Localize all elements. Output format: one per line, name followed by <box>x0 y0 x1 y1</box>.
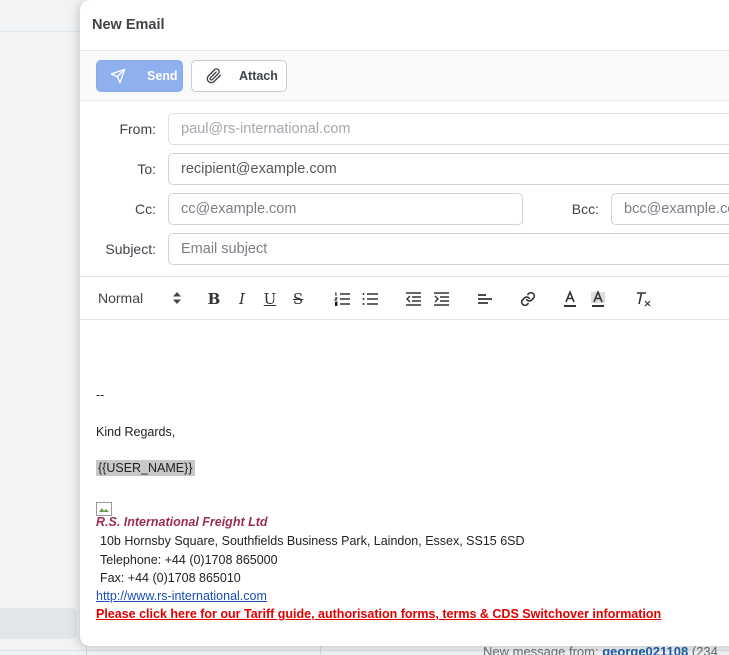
bold-button[interactable]: B <box>206 290 222 308</box>
background-sidebar-item[interactable] <box>0 608 77 639</box>
underline-icon: U <box>263 290 277 308</box>
indent-button[interactable] <box>433 290 449 308</box>
background-column-divider <box>320 645 321 655</box>
user-name-placeholder: {{USER_NAME}} <box>96 460 195 476</box>
company-fax: Fax: +44 (0)1708 865010 <box>100 571 241 585</box>
ordered-list-icon <box>334 292 350 306</box>
ordered-list-button[interactable] <box>334 290 350 308</box>
editor-toolbar: Normal B I U S <box>80 277 729 320</box>
tariff-guide-link[interactable]: Please click here for our Tariff guide, … <box>96 607 661 621</box>
new-email-modal: New Email Send Attach From: paul@rs-inte… <box>80 0 729 646</box>
indent-icon <box>434 292 449 306</box>
company-name: R.S. International Freight Ltd <box>96 515 268 529</box>
background-color-icon <box>591 291 605 307</box>
strike-button[interactable]: S <box>290 290 306 308</box>
outdent-icon <box>406 292 421 306</box>
paperclip-icon <box>206 68 221 84</box>
signature-regards: Kind Regards, <box>96 425 176 439</box>
send-icon <box>110 68 126 84</box>
cc-label: Cc: <box>135 201 156 217</box>
subject-label: Subject: <box>105 241 156 257</box>
background-divider <box>0 31 80 32</box>
format-select[interactable]: Normal <box>98 290 143 306</box>
cc-input[interactable]: cc@example.com <box>168 193 523 225</box>
background-column-divider <box>86 645 87 655</box>
text-color-button[interactable] <box>562 290 578 308</box>
attach-button[interactable]: Attach <box>191 60 287 92</box>
outdent-button[interactable] <box>405 290 421 308</box>
bcc-input[interactable]: bcc@example.com <box>611 193 729 225</box>
align-button[interactable] <box>477 290 493 308</box>
to-input[interactable]: recipient@example.com <box>168 153 729 185</box>
attach-label: Attach <box>239 69 278 83</box>
modal-header: New Email <box>80 0 729 51</box>
background-color-button[interactable] <box>590 290 606 308</box>
to-label: To: <box>137 161 156 177</box>
underline-button[interactable]: U <box>262 290 278 308</box>
email-body-editor[interactable]: -- Kind Regards, {{USER_NAME}} R.S. Inte… <box>80 320 729 645</box>
website-link[interactable]: http://www.rs-international.com <box>96 589 267 603</box>
text-color-icon <box>564 291 576 307</box>
send-label: Send <box>147 69 178 83</box>
broken-image-icon <box>96 502 112 516</box>
strike-icon: S <box>292 290 304 308</box>
company-telephone: Telephone: +44 (0)1708 865000 <box>100 553 278 567</box>
italic-icon: I <box>239 290 245 308</box>
bullet-list-icon <box>362 293 378 305</box>
recipient-fields: From: paul@rs-international.com To: reci… <box>80 101 729 277</box>
compose-toolbar: Send Attach <box>80 51 729 101</box>
company-address: 10b Hornsby Square, Southfields Business… <box>100 534 525 548</box>
signature-separator: -- <box>96 388 105 402</box>
link-button[interactable] <box>519 290 537 308</box>
signature-user-name: {{USER_NAME}} <box>96 460 195 476</box>
align-icon <box>478 294 492 304</box>
link-icon <box>520 291 536 307</box>
from-label: From: <box>119 121 156 137</box>
select-arrows-icon[interactable] <box>173 292 181 304</box>
bcc-label: Bcc: <box>571 201 599 217</box>
italic-button[interactable]: I <box>234 290 250 308</box>
from-field: paul@rs-international.com <box>168 113 729 145</box>
bullet-list-button[interactable] <box>362 290 378 308</box>
clear-format-icon <box>637 292 651 307</box>
modal-title: New Email <box>92 17 165 33</box>
send-button[interactable]: Send <box>96 60 183 92</box>
bold-icon: B <box>207 290 221 308</box>
clear-format-button[interactable] <box>634 290 652 308</box>
subject-input[interactable]: Email subject <box>168 233 729 265</box>
